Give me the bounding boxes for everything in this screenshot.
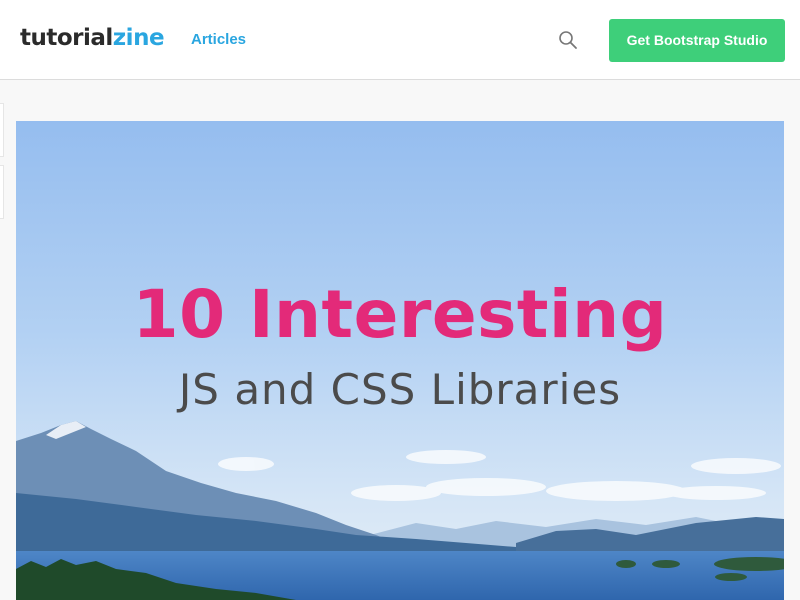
side-scroll-tab[interactable] — [0, 165, 4, 219]
hero-subtitle: JS and CSS Libraries — [178, 365, 622, 414]
nav-link-articles[interactable]: Articles — [191, 30, 246, 50]
logo-text-tutorial: tutorial — [20, 25, 113, 51]
search-icon[interactable] — [558, 30, 578, 50]
top-navbar: tutorialzine Articles Get Bootstrap Stud… — [0, 0, 800, 80]
logo-text-zine: zine — [112, 25, 165, 51]
site-logo[interactable]: tutorialzine — [20, 22, 165, 54]
side-scroll-tab[interactable] — [0, 103, 4, 157]
hero-title: 10 Interesting — [132, 276, 668, 353]
get-bootstrap-studio-button[interactable]: Get Bootstrap Studio — [609, 19, 785, 62]
